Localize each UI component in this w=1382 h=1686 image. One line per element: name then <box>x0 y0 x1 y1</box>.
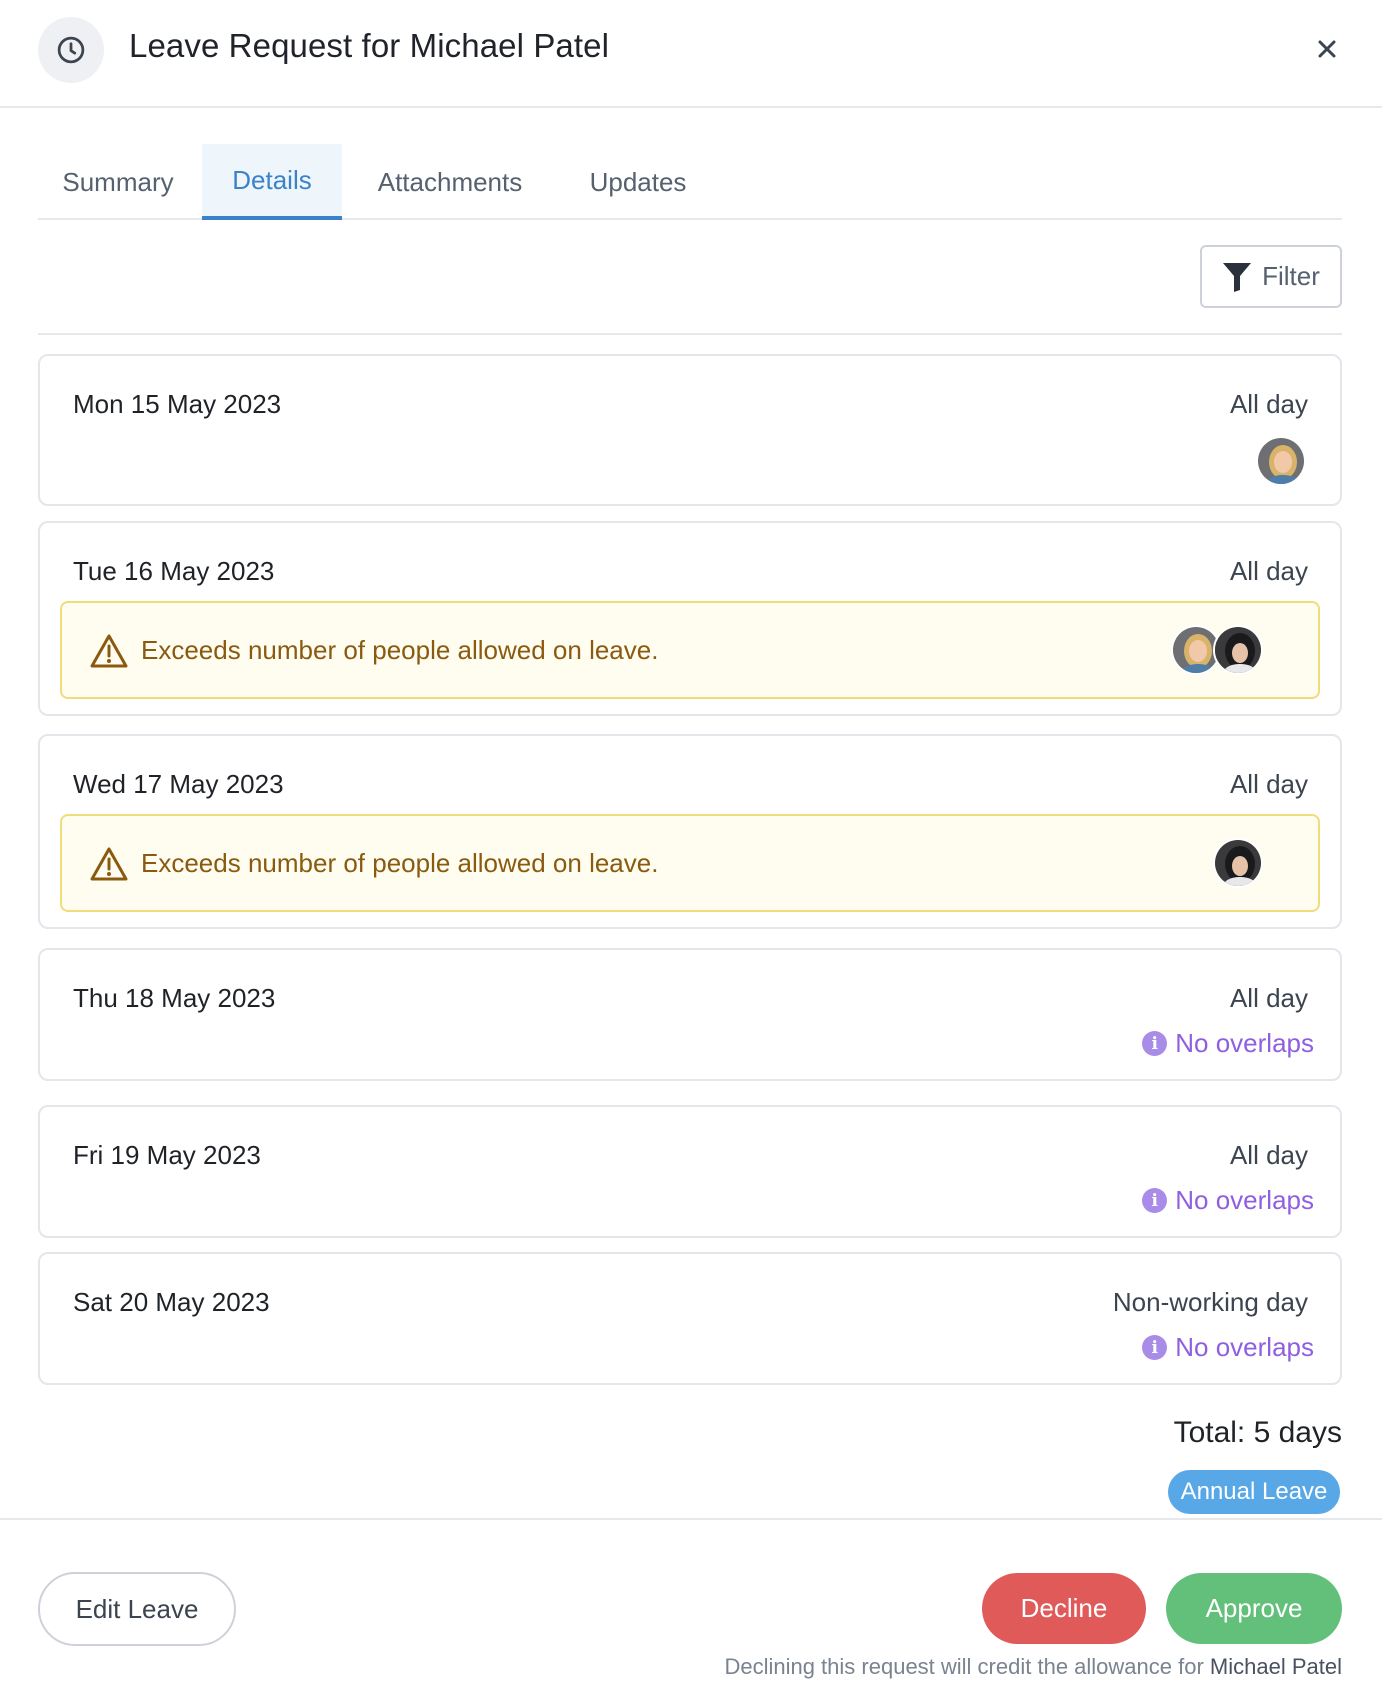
day-type: All day <box>1229 1140 1308 1170</box>
day-date: Thu 18 May 2023 <box>73 983 276 1013</box>
overlap-status-label: No overlaps <box>1175 1028 1314 1058</box>
info-icon: i <box>1142 1031 1168 1056</box>
day-card: Thu 18 May 2023 All day i No overlaps <box>38 948 1342 1081</box>
warning-banner: Exceeds number of people allowed on leav… <box>60 814 1320 912</box>
filter-button[interactable]: Filter <box>1200 245 1342 308</box>
decline-button[interactable]: Decline <box>982 1573 1146 1644</box>
day-card: Wed 17 May 2023 All day Exceeds number o… <box>38 734 1342 929</box>
day-date: Wed 17 May 2023 <box>73 769 284 799</box>
decline-note-text: Declining this request will credit the a… <box>724 1654 1204 1679</box>
edit-leave-button[interactable]: Edit Leave <box>38 1572 236 1646</box>
warning-text: Exceeds number of people allowed on leav… <box>141 848 659 878</box>
modal-header: Leave Request for Michael Patel <box>0 0 1382 108</box>
overlap-status-label: No overlaps <box>1175 1332 1314 1362</box>
overlap-status: i No overlaps <box>1142 1185 1314 1216</box>
approve-button[interactable]: Approve <box>1166 1573 1342 1644</box>
tab-summary[interactable]: Summary <box>38 144 198 220</box>
filter-label: Filter <box>1262 261 1320 291</box>
avatar <box>1213 838 1263 888</box>
day-type: All day <box>1229 769 1308 799</box>
day-date: Mon 15 May 2023 <box>73 389 282 419</box>
tab-updates[interactable]: Updates <box>568 144 708 220</box>
tab-details[interactable]: Details <box>202 144 342 220</box>
decline-note: Declining this request will credit the a… <box>724 1654 1342 1680</box>
day-card: Sat 20 May 2023 Non-working day i No ove… <box>38 1252 1342 1385</box>
tab-attachments[interactable]: Attachments <box>354 144 546 220</box>
divider <box>0 1518 1382 1520</box>
day-date: Fri 19 May 2023 <box>73 1140 261 1170</box>
day-type: Non-working day <box>1112 1287 1308 1317</box>
day-type: All day <box>1229 389 1308 419</box>
info-icon: i <box>1142 1335 1168 1360</box>
clock-icon <box>38 17 104 83</box>
tab-bar: Summary Details Attachments Updates <box>38 144 1342 220</box>
overlap-status: i No overlaps <box>1142 1028 1314 1059</box>
overlap-status-label: No overlaps <box>1175 1185 1314 1215</box>
overlap-status: i No overlaps <box>1142 1332 1314 1363</box>
warning-icon <box>90 847 128 881</box>
day-type: All day <box>1229 983 1308 1013</box>
day-date: Tue 16 May 2023 <box>73 556 275 586</box>
warning-banner: Exceeds number of people allowed on leav… <box>60 601 1320 699</box>
day-card: Tue 16 May 2023 All day Exceeds number o… <box>38 521 1342 716</box>
day-type: All day <box>1229 556 1308 586</box>
close-icon[interactable] <box>1312 34 1342 64</box>
avatar <box>1256 436 1306 486</box>
leave-type-badge: Annual Leave <box>1168 1470 1340 1514</box>
day-date: Sat 20 May 2023 <box>73 1287 270 1317</box>
total-days: Total: 5 days <box>1173 1416 1342 1449</box>
page-title: Leave Request for Michael Patel <box>129 27 610 64</box>
funnel-icon <box>1223 262 1252 292</box>
warning-icon <box>90 634 128 668</box>
warning-text: Exceeds number of people allowed on leav… <box>141 635 659 665</box>
decline-note-name: Michael Patel <box>1209 1654 1342 1679</box>
info-icon: i <box>1142 1188 1168 1213</box>
divider <box>38 333 1342 335</box>
day-card: Mon 15 May 2023 All day <box>38 354 1342 506</box>
day-card: Fri 19 May 2023 All day i No overlaps <box>38 1105 1342 1238</box>
avatar <box>1213 625 1263 675</box>
